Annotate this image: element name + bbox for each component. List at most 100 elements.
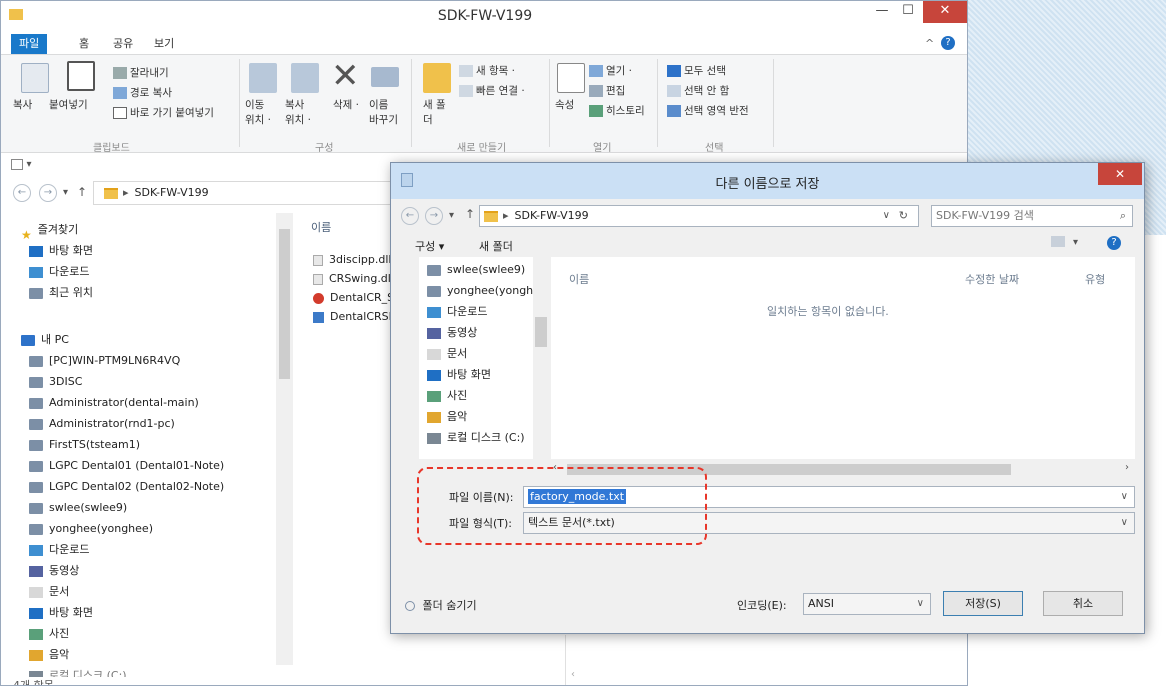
tab-home[interactable]: 홈 <box>71 34 97 54</box>
nav-pc-item[interactable]: 3DISC <box>29 371 82 392</box>
copy-to-button[interactable]: 복사 위치 · <box>285 97 315 127</box>
nav-lib-music[interactable]: 음악 <box>29 644 69 665</box>
file-item[interactable]: DentalCR_S <box>313 287 394 308</box>
back-icon[interactable]: ← <box>13 184 31 202</box>
file-item[interactable]: CRSwing.dl <box>313 268 391 289</box>
chevron-down-icon[interactable]: ▾ <box>27 159 32 170</box>
move-to-button[interactable]: 이동 위치 · <box>245 97 275 127</box>
tree-item[interactable]: 사진 <box>427 385 467 406</box>
refresh-icon[interactable]: ↻ <box>899 206 908 226</box>
properties-button[interactable]: 속성 <box>555 97 574 112</box>
nav-scrollbar[interactable] <box>276 213 293 665</box>
new-folder-button[interactable]: 새 폴더 <box>423 97 449 127</box>
column-type-header[interactable]: 유형 <box>1085 271 1105 287</box>
tree-item[interactable]: 바탕 화면 <box>427 364 491 385</box>
file-item[interactable]: 3discipp.dll <box>313 249 391 270</box>
nav-pc-item[interactable]: yonghee(yonghee) <box>29 518 153 539</box>
paste-button[interactable]: 붙여넣기 <box>49 97 88 112</box>
nav-pc-item[interactable]: LGPC Dental01 (Dental01-Note) <box>29 455 224 476</box>
nav-pc-item[interactable]: LGPC Dental02 (Dental02-Note) <box>29 476 224 497</box>
rename-button[interactable]: 이름 바꾸기 <box>369 97 401 127</box>
edit-button[interactable]: 편집 <box>589 83 625 98</box>
select-none-button[interactable]: 선택 안 함 <box>667 83 729 98</box>
properties-icon[interactable] <box>557 63 585 93</box>
tree-item[interactable]: swlee(swlee9) <box>427 259 525 280</box>
nav-pc-item[interactable]: FirstTS(tsteam1) <box>29 434 140 455</box>
forward-icon[interactable]: → <box>39 184 57 202</box>
cut-button[interactable]: 잘라내기 <box>113 65 169 80</box>
tree-item[interactable]: 문서 <box>427 343 467 364</box>
quick-access-toolbar[interactable]: ▾ <box>11 157 32 170</box>
paste-icon[interactable] <box>67 61 95 91</box>
tree-item[interactable]: 다운로드 <box>427 301 487 322</box>
forward-icon[interactable]: → <box>425 207 443 225</box>
maximize-button[interactable]: ☐ <box>895 1 921 23</box>
open-button[interactable]: 열기 · <box>589 63 632 78</box>
chevron-up-icon[interactable]: ^ <box>925 37 934 50</box>
tree-item[interactable]: 음악 <box>427 406 467 427</box>
tree-scrollbar[interactable] <box>533 257 549 459</box>
history-button[interactable]: 히스토리 <box>589 103 645 118</box>
nav-scrollbar-thumb[interactable] <box>279 229 290 379</box>
nav-downloads[interactable]: 다운로드 <box>29 261 89 282</box>
dialog-close-button[interactable]: ✕ <box>1098 163 1142 185</box>
nav-lib-videos[interactable]: 동영상 <box>29 560 79 581</box>
properties-icon[interactable] <box>11 158 23 170</box>
tree-item[interactable]: 동영상 <box>427 322 477 343</box>
search-icon[interactable]: ⌕ <box>1120 206 1126 226</box>
nav-desktop[interactable]: 바탕 화면 <box>29 240 93 261</box>
nav-lib-downloads[interactable]: 다운로드 <box>29 539 89 560</box>
new-folder-button[interactable]: 새 폴더 <box>479 238 513 254</box>
nav-pc-item[interactable]: [PC]WIN-PTM9LN6R4VQ <box>29 350 180 371</box>
rename-icon[interactable] <box>371 67 399 87</box>
nav-pc-item[interactable]: swlee(swlee9) <box>29 497 127 518</box>
nav-lib-desktop[interactable]: 바탕 화면 <box>29 602 93 623</box>
chevron-down-icon[interactable]: ∨ <box>883 206 890 226</box>
chevron-down-icon[interactable]: ∨ <box>1121 487 1128 507</box>
tree-item[interactable]: 로컬 디스크 (C:) <box>427 427 525 448</box>
delete-icon[interactable]: ✕ <box>331 59 360 93</box>
invert-selection-button[interactable]: 선택 영역 반전 <box>667 103 749 118</box>
back-icon[interactable]: ← <box>401 207 419 225</box>
chevron-down-icon[interactable]: ▾ <box>63 187 68 198</box>
chevron-left-icon[interactable]: ‹ <box>571 669 575 680</box>
copy-button[interactable]: 복사 <box>13 97 32 112</box>
copy-path-button[interactable]: 경로 복사 <box>113 85 172 100</box>
copy-icon[interactable] <box>21 63 49 93</box>
new-folder-icon[interactable] <box>423 63 451 93</box>
help-icon[interactable]: ? <box>941 36 955 50</box>
move-to-icon[interactable] <box>249 63 277 93</box>
organize-button[interactable]: 구성 ▾ <box>415 238 444 254</box>
encoding-select[interactable]: ANSI ∨ <box>803 593 931 615</box>
nav-lib-documents[interactable]: 문서 <box>29 581 69 602</box>
column-modified-header[interactable]: 수정한 날짜 <box>965 271 1019 287</box>
up-icon[interactable]: ↑ <box>77 185 87 199</box>
chevron-down-icon[interactable]: ▾ <box>1073 237 1078 248</box>
view-options-icon[interactable] <box>1051 236 1065 247</box>
nav-recent[interactable]: 최근 위치 <box>29 282 93 303</box>
tab-view[interactable]: 보기 <box>146 34 182 54</box>
help-icon[interactable]: ? <box>1107 236 1121 250</box>
tab-file[interactable]: 파일 <box>11 34 48 54</box>
column-name-header[interactable]: 이름 <box>569 271 589 287</box>
new-item-button[interactable]: 새 항목 · <box>459 63 515 78</box>
chevron-right-icon[interactable]: › <box>1125 462 1129 473</box>
nav-favorites[interactable]: ★ 즐겨찾기 <box>21 219 78 242</box>
close-button[interactable]: ✕ <box>923 1 967 23</box>
nav-this-pc[interactable]: 내 PC <box>21 329 69 350</box>
file-item[interactable]: DentalCRSI <box>313 306 392 327</box>
nav-pc-item[interactable]: Administrator(rnd1-pc) <box>29 413 175 434</box>
delete-button[interactable]: 삭제 · <box>333 97 359 112</box>
save-button[interactable]: 저장(S) <box>943 591 1023 616</box>
chevron-down-icon[interactable]: ∨ <box>917 594 924 614</box>
paste-shortcut-button[interactable]: 바로 가기 붙여넣기 <box>113 105 214 120</box>
nav-pc-item[interactable]: Administrator(dental-main) <box>29 392 199 413</box>
cancel-button[interactable]: 취소 <box>1043 591 1123 616</box>
tab-share[interactable]: 공유 <box>105 34 141 54</box>
tree-scrollbar-thumb[interactable] <box>535 317 547 347</box>
chevron-down-icon[interactable]: ∨ <box>1121 513 1128 533</box>
easy-access-button[interactable]: 빠른 연결 · <box>459 83 525 98</box>
nav-lib-pictures[interactable]: 사진 <box>29 623 69 644</box>
dialog-search-input[interactable]: SDK-FW-V199 검색 ⌕ <box>931 205 1133 227</box>
hide-folders-toggle[interactable]: 폴더 숨기기 <box>405 597 477 613</box>
